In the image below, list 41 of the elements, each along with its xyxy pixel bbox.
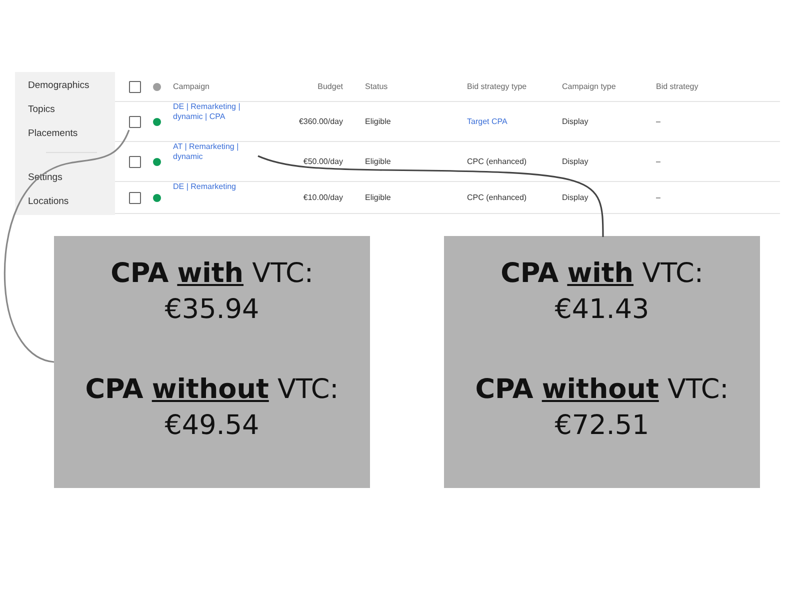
column-header[interactable]: Status [365, 82, 388, 91]
sidebar-item[interactable]: Placements [28, 128, 78, 140]
column-header[interactable]: Bid strategy [656, 82, 698, 91]
table-cell: Eligible [365, 117, 391, 126]
column-header[interactable]: Campaign [173, 82, 210, 91]
callout-value: €49.54 [164, 409, 260, 443]
table-cell: Display [562, 117, 588, 126]
table-cell: Display [562, 193, 588, 202]
sidebar-item[interactable]: Topics [28, 104, 55, 116]
table-cell: CPC (enhanced) [467, 193, 527, 202]
column-header[interactable]: Campaign type [562, 82, 616, 91]
table-cell: €50.00/day [303, 157, 343, 166]
callout-value: €41.43 [554, 293, 650, 327]
sidebar-item[interactable]: Locations [28, 196, 69, 207]
table-cell: Display [562, 157, 588, 166]
bid-strategy-link[interactable]: Target CPA [467, 117, 508, 126]
callout-value: €35.94 [164, 293, 260, 327]
campaign-link[interactable]: DE | Remarketing | dynamic | CPA [173, 102, 253, 122]
status-dot [153, 82, 161, 90]
table-cell: – [656, 193, 660, 202]
table-cell: €10.00/day [303, 193, 343, 202]
table-cell: CPC (enhanced) [467, 157, 527, 166]
row-checkbox[interactable] [129, 116, 141, 128]
table-cell: Eligible [365, 193, 391, 202]
campaign-link[interactable]: DE | Remarketing [173, 182, 253, 192]
callout-label: CPA with VTC: [500, 257, 704, 291]
column-header[interactable]: Bid strategy type [467, 82, 527, 91]
table-cell: €360.00/day [298, 117, 343, 126]
select-all-checkbox[interactable] [129, 80, 141, 92]
callout-label: CPA without VTC: [475, 373, 729, 407]
sidebar-item[interactable]: Demographics [28, 80, 90, 91]
callout-label: CPA with VTC: [110, 257, 314, 291]
row-checkbox[interactable] [129, 156, 141, 168]
row-checkbox[interactable] [129, 192, 141, 204]
table-cell: Eligible [365, 157, 391, 166]
table-cell: – [656, 157, 660, 166]
callout-label: CPA without VTC: [85, 373, 339, 407]
table-cell: – [656, 117, 660, 126]
campaign-link[interactable]: AT | Remarketing | dynamic [173, 142, 253, 162]
callout-value: €72.51 [554, 409, 650, 443]
column-header[interactable]: Budget [318, 82, 343, 91]
